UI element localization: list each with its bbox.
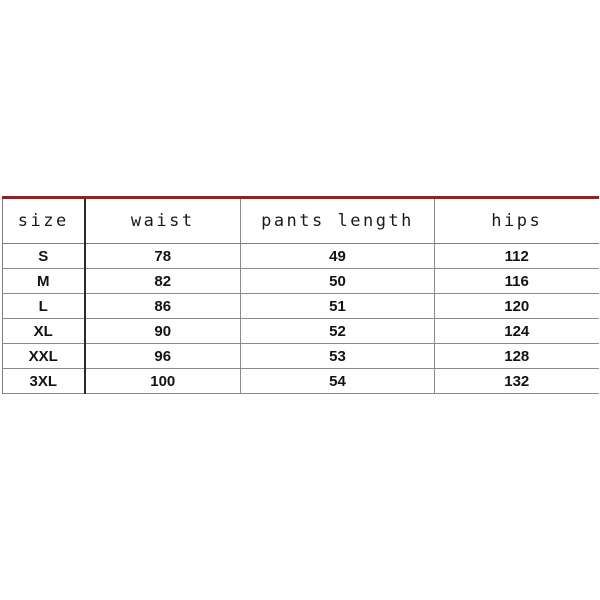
cell-waist: 82 — [84, 268, 241, 294]
cell-pants-length: 52 — [240, 318, 435, 344]
cell-size: XXL — [2, 343, 86, 369]
column-header-pants-length: pants length — [240, 196, 435, 244]
table-row: XL 90 52 124 — [2, 318, 599, 344]
cell-waist: 100 — [84, 368, 241, 394]
table-header: size waist pants length hips — [2, 196, 599, 244]
cell-hips: 132 — [434, 368, 599, 394]
header-row: size waist pants length hips — [2, 196, 599, 244]
column-header-waist: waist — [84, 196, 241, 244]
column-header-hips: hips — [434, 196, 599, 244]
cell-hips: 128 — [434, 343, 599, 369]
cell-waist: 78 — [84, 243, 241, 269]
cell-size: XL — [2, 318, 86, 344]
cell-waist: 86 — [84, 293, 241, 319]
cell-pants-length: 50 — [240, 268, 435, 294]
cell-pants-length: 49 — [240, 243, 435, 269]
cell-waist: 90 — [84, 318, 241, 344]
table-row: M 82 50 116 — [2, 268, 599, 294]
cell-pants-length: 54 — [240, 368, 435, 394]
cell-hips: 124 — [434, 318, 599, 344]
table-row: L 86 51 120 — [2, 293, 599, 319]
table-row: XXL 96 53 128 — [2, 343, 599, 369]
column-header-size: size — [2, 196, 86, 244]
cell-size: 3XL — [2, 368, 86, 394]
cell-hips: 120 — [434, 293, 599, 319]
cell-waist: 96 — [84, 343, 241, 369]
cell-pants-length: 53 — [240, 343, 435, 369]
table-body: S 78 49 112 M 82 50 116 L 86 51 120 XL 9… — [2, 243, 599, 394]
cell-hips: 116 — [434, 268, 599, 294]
size-chart-table: size waist pants length hips S 78 49 112… — [2, 196, 599, 394]
cell-hips: 112 — [434, 243, 599, 269]
cell-size: M — [2, 268, 86, 294]
cell-size: S — [2, 243, 86, 269]
table-row: S 78 49 112 — [2, 243, 599, 269]
cell-size: L — [2, 293, 86, 319]
cell-pants-length: 51 — [240, 293, 435, 319]
table-row: 3XL 100 54 132 — [2, 368, 599, 394]
